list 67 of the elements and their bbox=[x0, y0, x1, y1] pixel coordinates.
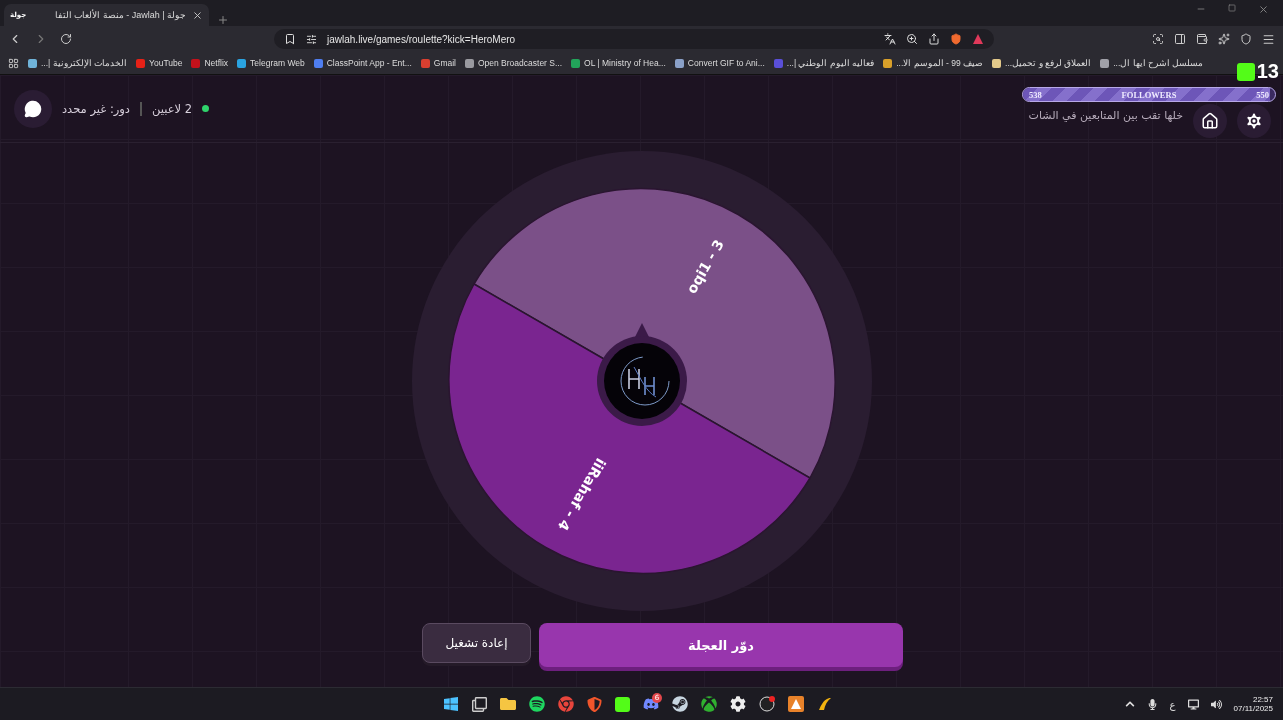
bookmark-link[interactable]: OL | Ministry of Hea... bbox=[571, 58, 666, 68]
start-count: 538 bbox=[1029, 89, 1042, 100]
gear-icon[interactable] bbox=[730, 696, 746, 712]
swoosh-icon[interactable] bbox=[817, 696, 833, 712]
close-icon[interactable] bbox=[192, 9, 203, 21]
logo-icon bbox=[620, 356, 669, 406]
app-icon[interactable] bbox=[615, 696, 630, 712]
bookmark-link[interactable]: Netflix bbox=[191, 58, 229, 68]
url-text: jawlah.live/games/roulette?kick=HeroMero bbox=[327, 33, 516, 45]
monitor-icon[interactable] bbox=[1187, 698, 1199, 710]
home-icon bbox=[1201, 111, 1219, 130]
players-count: 2 لاعبين bbox=[152, 101, 193, 116]
bookmark-link[interactable]: Gmail bbox=[420, 58, 456, 68]
bookmark-link[interactable]: مسلسل اشرح ايها ال... bbox=[1100, 58, 1204, 68]
new-tab-icon[interactable] bbox=[217, 14, 229, 26]
restart-button[interactable]: إعادة تشغيل bbox=[422, 623, 531, 663]
triangle-app-icon[interactable] bbox=[788, 696, 804, 712]
sparkles-icon[interactable] bbox=[1218, 33, 1230, 45]
reload-icon[interactable] bbox=[60, 33, 72, 45]
gear-icon bbox=[1244, 110, 1264, 131]
bookmark-link[interactable]: Open Broadcaster S... bbox=[464, 58, 563, 68]
goal-count: 550 bbox=[1256, 89, 1269, 100]
bookmark-link[interactable]: Convert GIF to Ani... bbox=[674, 58, 765, 68]
xbox-icon[interactable] bbox=[701, 696, 717, 712]
menu-icon[interactable] bbox=[1262, 32, 1275, 46]
windows-icon[interactable] bbox=[443, 696, 459, 712]
chat-button[interactable] bbox=[14, 89, 52, 128]
spotify-icon[interactable] bbox=[529, 696, 545, 712]
clock[interactable]: 22:57 07/11/2025 bbox=[1233, 695, 1273, 713]
share-icon[interactable] bbox=[928, 33, 940, 45]
tab-title: جولة | Jawlah - منصة الألعاب التفا bbox=[53, 10, 186, 20]
close-icon[interactable] bbox=[1258, 3, 1269, 15]
settings-button[interactable] bbox=[1237, 103, 1271, 138]
bookmark-link[interactable]: ClassPoint App - Ent... bbox=[313, 58, 412, 68]
site-settings-icon[interactable] bbox=[306, 33, 317, 45]
sidebar-icon[interactable] bbox=[1174, 33, 1186, 45]
bookmark-link[interactable]: العملاق لرفع و تحميل... bbox=[992, 58, 1092, 68]
bookmark-link[interactable]: Telegram Web bbox=[237, 58, 305, 68]
address-bar[interactable]: jawlah.live/games/roulette?kick=HeroMero bbox=[274, 29, 994, 49]
bookmark-icon[interactable] bbox=[284, 33, 296, 45]
steam-icon[interactable] bbox=[672, 696, 688, 712]
subtitle-text: خلها تقب بين المتابعين في الشات bbox=[1028, 109, 1183, 122]
apps-grid-icon[interactable] bbox=[8, 57, 19, 69]
chrome-icon[interactable] bbox=[558, 696, 574, 712]
bookmark-link[interactable]: صيف 99 - الموسم الا... bbox=[883, 58, 984, 68]
record-icon[interactable] bbox=[759, 696, 775, 712]
microphone-icon[interactable] bbox=[1146, 698, 1158, 710]
wallet-icon[interactable] bbox=[1196, 33, 1208, 45]
volume-icon[interactable] bbox=[1210, 698, 1222, 710]
followers-label: FOLLOWERS bbox=[1121, 89, 1177, 100]
bookmark-link[interactable]: فعاليه اليوم الوطني |... bbox=[773, 58, 875, 68]
shield-icon[interactable] bbox=[1240, 33, 1252, 45]
turn-text: دور: غير محدد bbox=[62, 101, 130, 116]
folder-icon[interactable] bbox=[500, 696, 516, 712]
shield-icon[interactable] bbox=[587, 696, 602, 712]
bookmark-link[interactable]: YouTube bbox=[136, 58, 183, 68]
translate-icon[interactable] bbox=[884, 33, 896, 45]
bookmark-link[interactable]: الخدمات الإلكترونية |... bbox=[28, 58, 128, 68]
language-indicator[interactable]: ع bbox=[1169, 698, 1176, 710]
chevron-up-icon[interactable] bbox=[1124, 699, 1135, 709]
triangle-icon[interactable] bbox=[972, 33, 984, 45]
home-button[interactable] bbox=[1193, 103, 1227, 138]
zoom-icon[interactable] bbox=[906, 33, 918, 45]
follower-count: 13 bbox=[1256, 60, 1279, 83]
chat-bubble-icon bbox=[24, 99, 42, 118]
search-icon[interactable] bbox=[1152, 33, 1164, 45]
windows-stack-icon[interactable] bbox=[472, 696, 487, 712]
